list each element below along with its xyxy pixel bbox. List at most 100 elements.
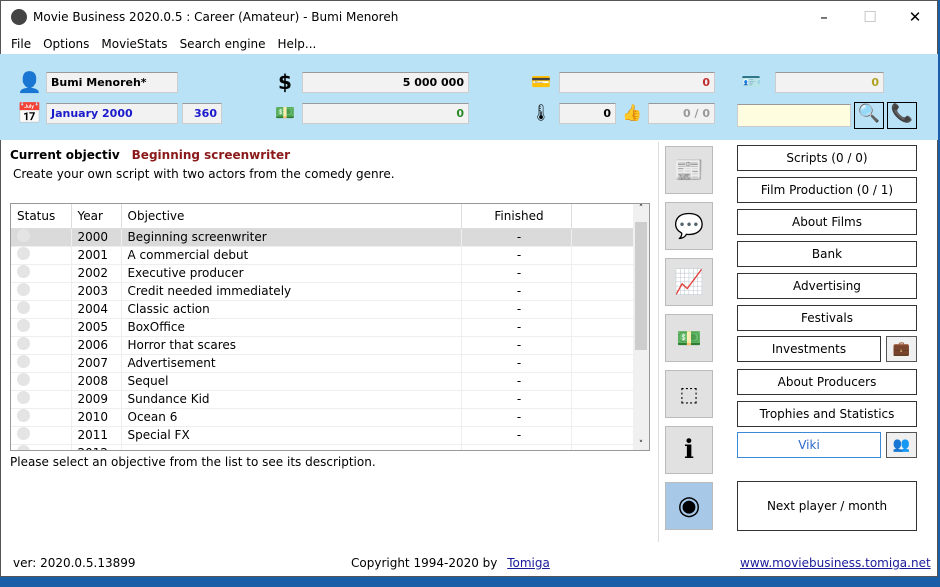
year-cell: 2012	[71, 444, 122, 450]
empty-cell	[571, 228, 635, 247]
chat-button[interactable]: 💬	[665, 202, 713, 250]
contact-card-icon: 🪪	[741, 72, 761, 91]
table-row[interactable]: 2002 Executive producer -	[11, 264, 635, 283]
about-films-button[interactable]: About Films	[737, 209, 917, 235]
objective-cell: Credit needed immediately	[121, 282, 462, 301]
table-row[interactable]: 2012	[11, 444, 635, 450]
money-button[interactable]: 💵	[665, 314, 713, 362]
year-cell: 2010	[71, 408, 122, 427]
empty-cell	[571, 300, 635, 319]
empty-cell	[571, 264, 635, 283]
finished-cell: -	[461, 264, 572, 283]
user-icon: 👤	[17, 70, 42, 94]
copyright-text: Copyright 1994-2020 by	[351, 556, 498, 570]
scroll-down-icon[interactable]: ˅	[633, 440, 649, 450]
status-cell	[11, 264, 72, 283]
scroll-up-icon[interactable]: ˄	[633, 204, 649, 214]
objective-cell: Sequel	[121, 372, 462, 391]
about-producers-button[interactable]: About Producers	[737, 369, 917, 395]
empty-cell	[571, 318, 635, 337]
scroll-thumb[interactable]	[635, 222, 647, 350]
scrollbar[interactable]: ˄ ˅	[633, 204, 649, 450]
finished-cell: -	[461, 354, 572, 373]
menu-file[interactable]: File	[5, 37, 37, 51]
column-finished[interactable]: Finished	[461, 204, 572, 229]
newspaper-button[interactable]: 📰	[665, 146, 713, 194]
film-production-button[interactable]: Film Production (0 / 1)	[737, 177, 917, 203]
website-link[interactable]: www.moviebusiness.tomiga.net	[740, 556, 931, 570]
empty-cell	[571, 372, 635, 391]
table-row[interactable]: 2005 BoxOffice -	[11, 318, 635, 337]
author-link[interactable]: Tomiga	[507, 556, 550, 570]
year-cell: 2003	[71, 282, 122, 301]
scripts-button[interactable]: Scripts (0 / 0)	[737, 145, 917, 171]
status-cell	[11, 408, 72, 427]
minimize-button[interactable]: –	[801, 1, 847, 33]
objective-cell: Classic action	[121, 300, 462, 319]
menu-options[interactable]: Options	[37, 37, 95, 51]
table-row[interactable]: 2007 Advertisement -	[11, 354, 635, 373]
selection-button[interactable]: ⬚	[665, 370, 713, 418]
objective-cell: BoxOffice	[121, 318, 462, 337]
trophies-statistics-button[interactable]: Trophies and Statistics	[737, 401, 917, 427]
status-icon	[17, 373, 30, 386]
table-row[interactable]: 2004 Classic action -	[11, 300, 635, 319]
table-row[interactable]: 2009 Sundance Kid -	[11, 390, 635, 409]
chart-button[interactable]: 📈	[665, 258, 713, 306]
date-field: January 2000	[46, 103, 178, 124]
table-row[interactable]: 2003 Credit needed immediately -	[11, 282, 635, 301]
objective-cell: Executive producer	[121, 264, 462, 283]
table-row[interactable]: 2008 Sequel -	[11, 372, 635, 391]
finished-cell: -	[461, 372, 572, 391]
empty-cell	[571, 426, 635, 445]
maximize-button[interactable]: ☐	[847, 1, 893, 33]
calendar-icon: 📅	[17, 101, 42, 125]
close-button[interactable]: ✕	[892, 1, 938, 33]
days-field: 360	[182, 103, 222, 124]
credit-card-icon: 💳	[531, 72, 551, 91]
year-cell: 2008	[71, 372, 122, 391]
objective-cell: Horror that scares	[121, 336, 462, 355]
search-button[interactable]: 🔍	[854, 102, 884, 129]
status-icon	[17, 301, 30, 314]
year-cell: 2007	[71, 354, 122, 373]
banknote-icon: 💵	[275, 103, 295, 122]
info-button[interactable]: ℹ	[665, 426, 713, 474]
dollar-icon: $	[278, 70, 292, 94]
viki-button[interactable]: Viki	[737, 432, 881, 458]
table-row[interactable]: 2001 A commercial debut -	[11, 246, 635, 265]
menu-search-engine[interactable]: Search engine	[174, 37, 272, 51]
status-cell	[11, 354, 72, 373]
empty-cell	[571, 444, 635, 450]
table-row[interactable]: 2011 Special FX -	[11, 426, 635, 445]
status-cell	[11, 228, 72, 247]
status-cell	[11, 444, 72, 450]
advertising-button[interactable]: Advertising	[737, 273, 917, 299]
table-row[interactable]: 2000 Beginning screenwriter -	[11, 228, 635, 247]
table-row[interactable]: 2006 Horror that scares -	[11, 336, 635, 355]
objective-label: Current objectiv	[10, 148, 120, 162]
status-icon	[17, 319, 30, 332]
hint-text: Please select an objective from the list…	[10, 455, 376, 469]
festivals-button[interactable]: Festivals	[737, 305, 917, 331]
finished-cell: -	[461, 408, 572, 427]
column-objective[interactable]: Objective	[121, 204, 462, 229]
investments-button[interactable]: Investments	[737, 336, 881, 362]
year-cell: 2000	[71, 228, 122, 247]
table-row[interactable]: 2010 Ocean 6-	[11, 408, 635, 427]
window-title: Movie Business 2020.0.5 : Career (Amateu…	[33, 10, 399, 24]
column-status[interactable]: Status	[11, 204, 72, 229]
users-button[interactable]: 👥	[886, 432, 917, 458]
status-icon	[17, 229, 30, 242]
version-text: ver: 2020.0.5.13899	[13, 556, 136, 570]
next-player-month-button[interactable]: Next player / month	[737, 481, 917, 531]
menu-help[interactable]: Help...	[272, 37, 323, 51]
stats-panel	[0, 54, 938, 140]
search-input[interactable]	[737, 104, 851, 127]
briefcase-button[interactable]: 💼	[886, 336, 917, 362]
phone-button[interactable]: 📞	[887, 102, 917, 129]
target-button[interactable]: ◉	[665, 482, 713, 530]
column-year[interactable]: Year	[71, 204, 122, 229]
bank-button[interactable]: Bank	[737, 241, 917, 267]
menu-moviestats[interactable]: MovieStats	[95, 37, 173, 51]
